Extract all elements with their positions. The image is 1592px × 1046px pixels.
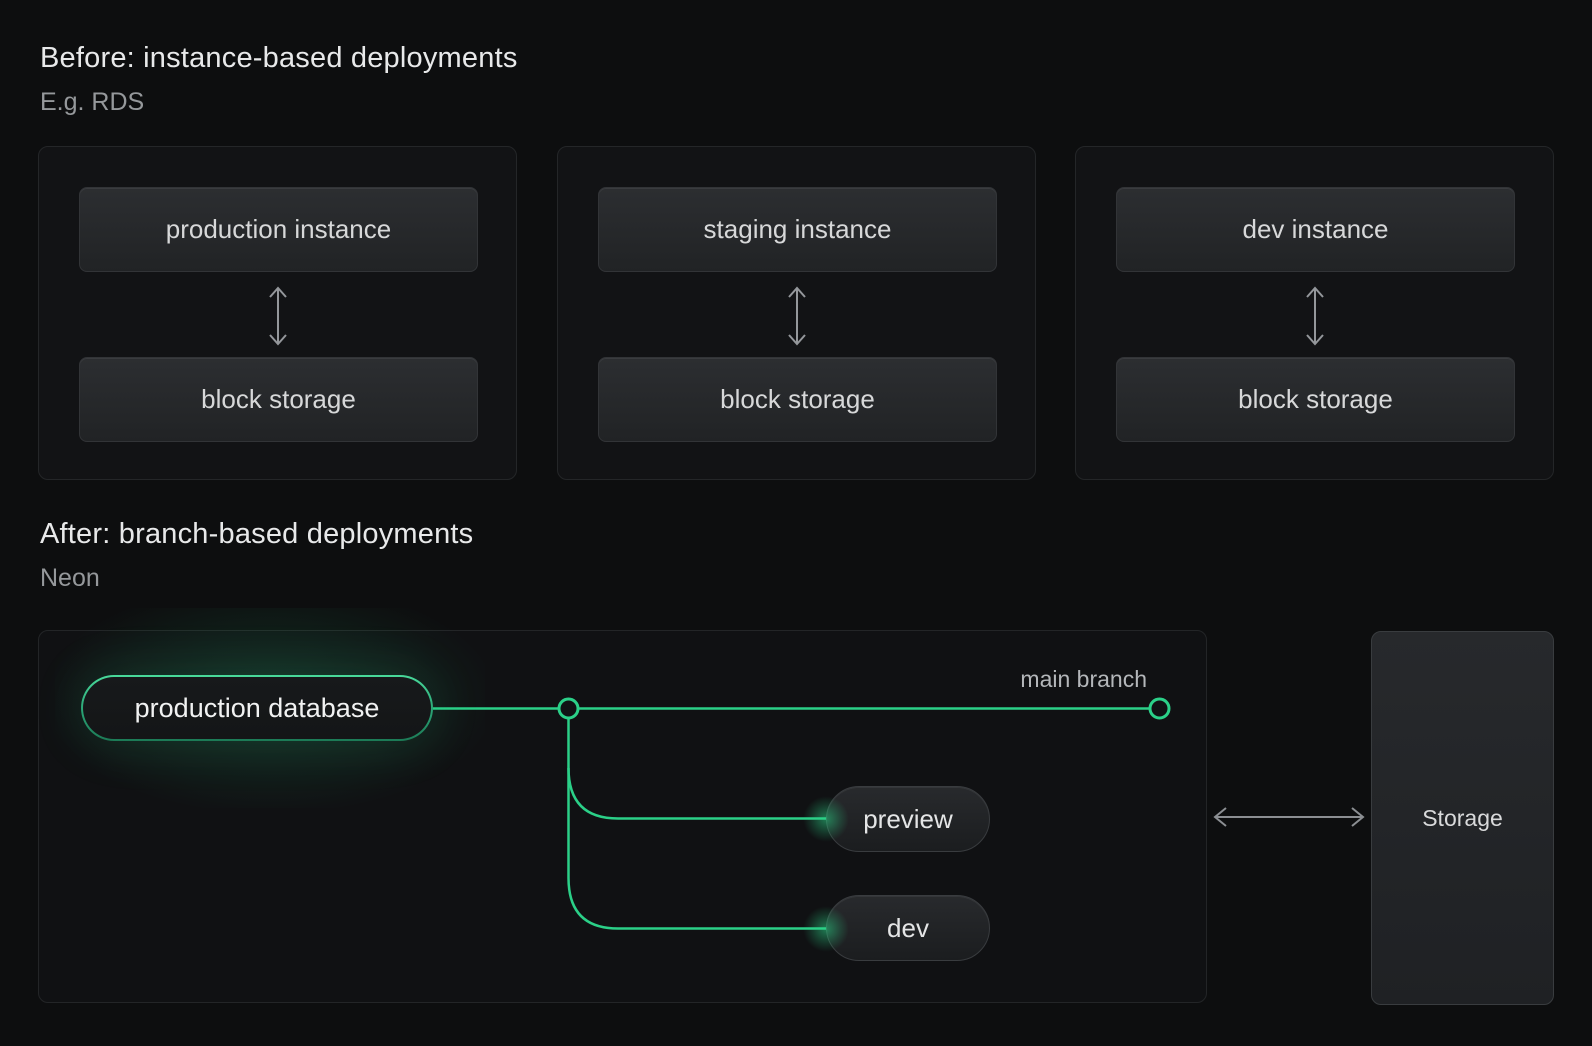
production-database-pill: production database (81, 675, 433, 741)
env-card-staging: staging instance block storage (557, 146, 1036, 480)
production-instance-label: production instance (165, 214, 392, 244)
bidirectional-horizontal-arrow-icon (1213, 807, 1365, 827)
env-card-dev: dev instance block storage (1075, 146, 1554, 480)
staging-instance-label: staging instance (703, 214, 892, 244)
bidirectional-vertical-arrow-icon (269, 286, 287, 346)
env-card-production: production instance block storage (38, 146, 517, 480)
bidirectional-vertical-arrow-icon (788, 286, 806, 346)
preview-branch-pill: preview (826, 786, 990, 852)
storage-label: Storage (1422, 804, 1503, 831)
block-storage-box: block storage (79, 357, 478, 442)
before-section-subtitle: E.g. RDS (40, 88, 145, 116)
production-instance-box: production instance (79, 187, 478, 272)
block-storage-label: block storage (720, 384, 875, 414)
page-canvas: Before: instance-based deployments E.g. … (0, 0, 1592, 1046)
preview-branch-label: preview (863, 803, 953, 834)
bidirectional-vertical-arrow-icon (1306, 286, 1324, 346)
main-branch-label: main branch (1020, 666, 1147, 692)
staging-instance-box: staging instance (598, 187, 997, 272)
dev-instance-label: dev instance (1242, 214, 1389, 244)
before-section-title: Before: instance-based deployments (40, 42, 518, 74)
block-storage-label: block storage (1238, 384, 1393, 414)
block-storage-box: block storage (598, 357, 997, 442)
storage-box: Storage (1371, 631, 1554, 1005)
after-section-title: After: branch-based deployments (40, 518, 474, 550)
production-database-label: production database (134, 692, 380, 723)
after-section-subtitle: Neon (40, 564, 100, 592)
dev-instance-box: dev instance (1116, 187, 1515, 272)
dev-branch-pill: dev (826, 895, 990, 961)
block-storage-box: block storage (1116, 357, 1515, 442)
block-storage-label: block storage (201, 384, 356, 414)
dev-branch-label: dev (887, 912, 929, 943)
